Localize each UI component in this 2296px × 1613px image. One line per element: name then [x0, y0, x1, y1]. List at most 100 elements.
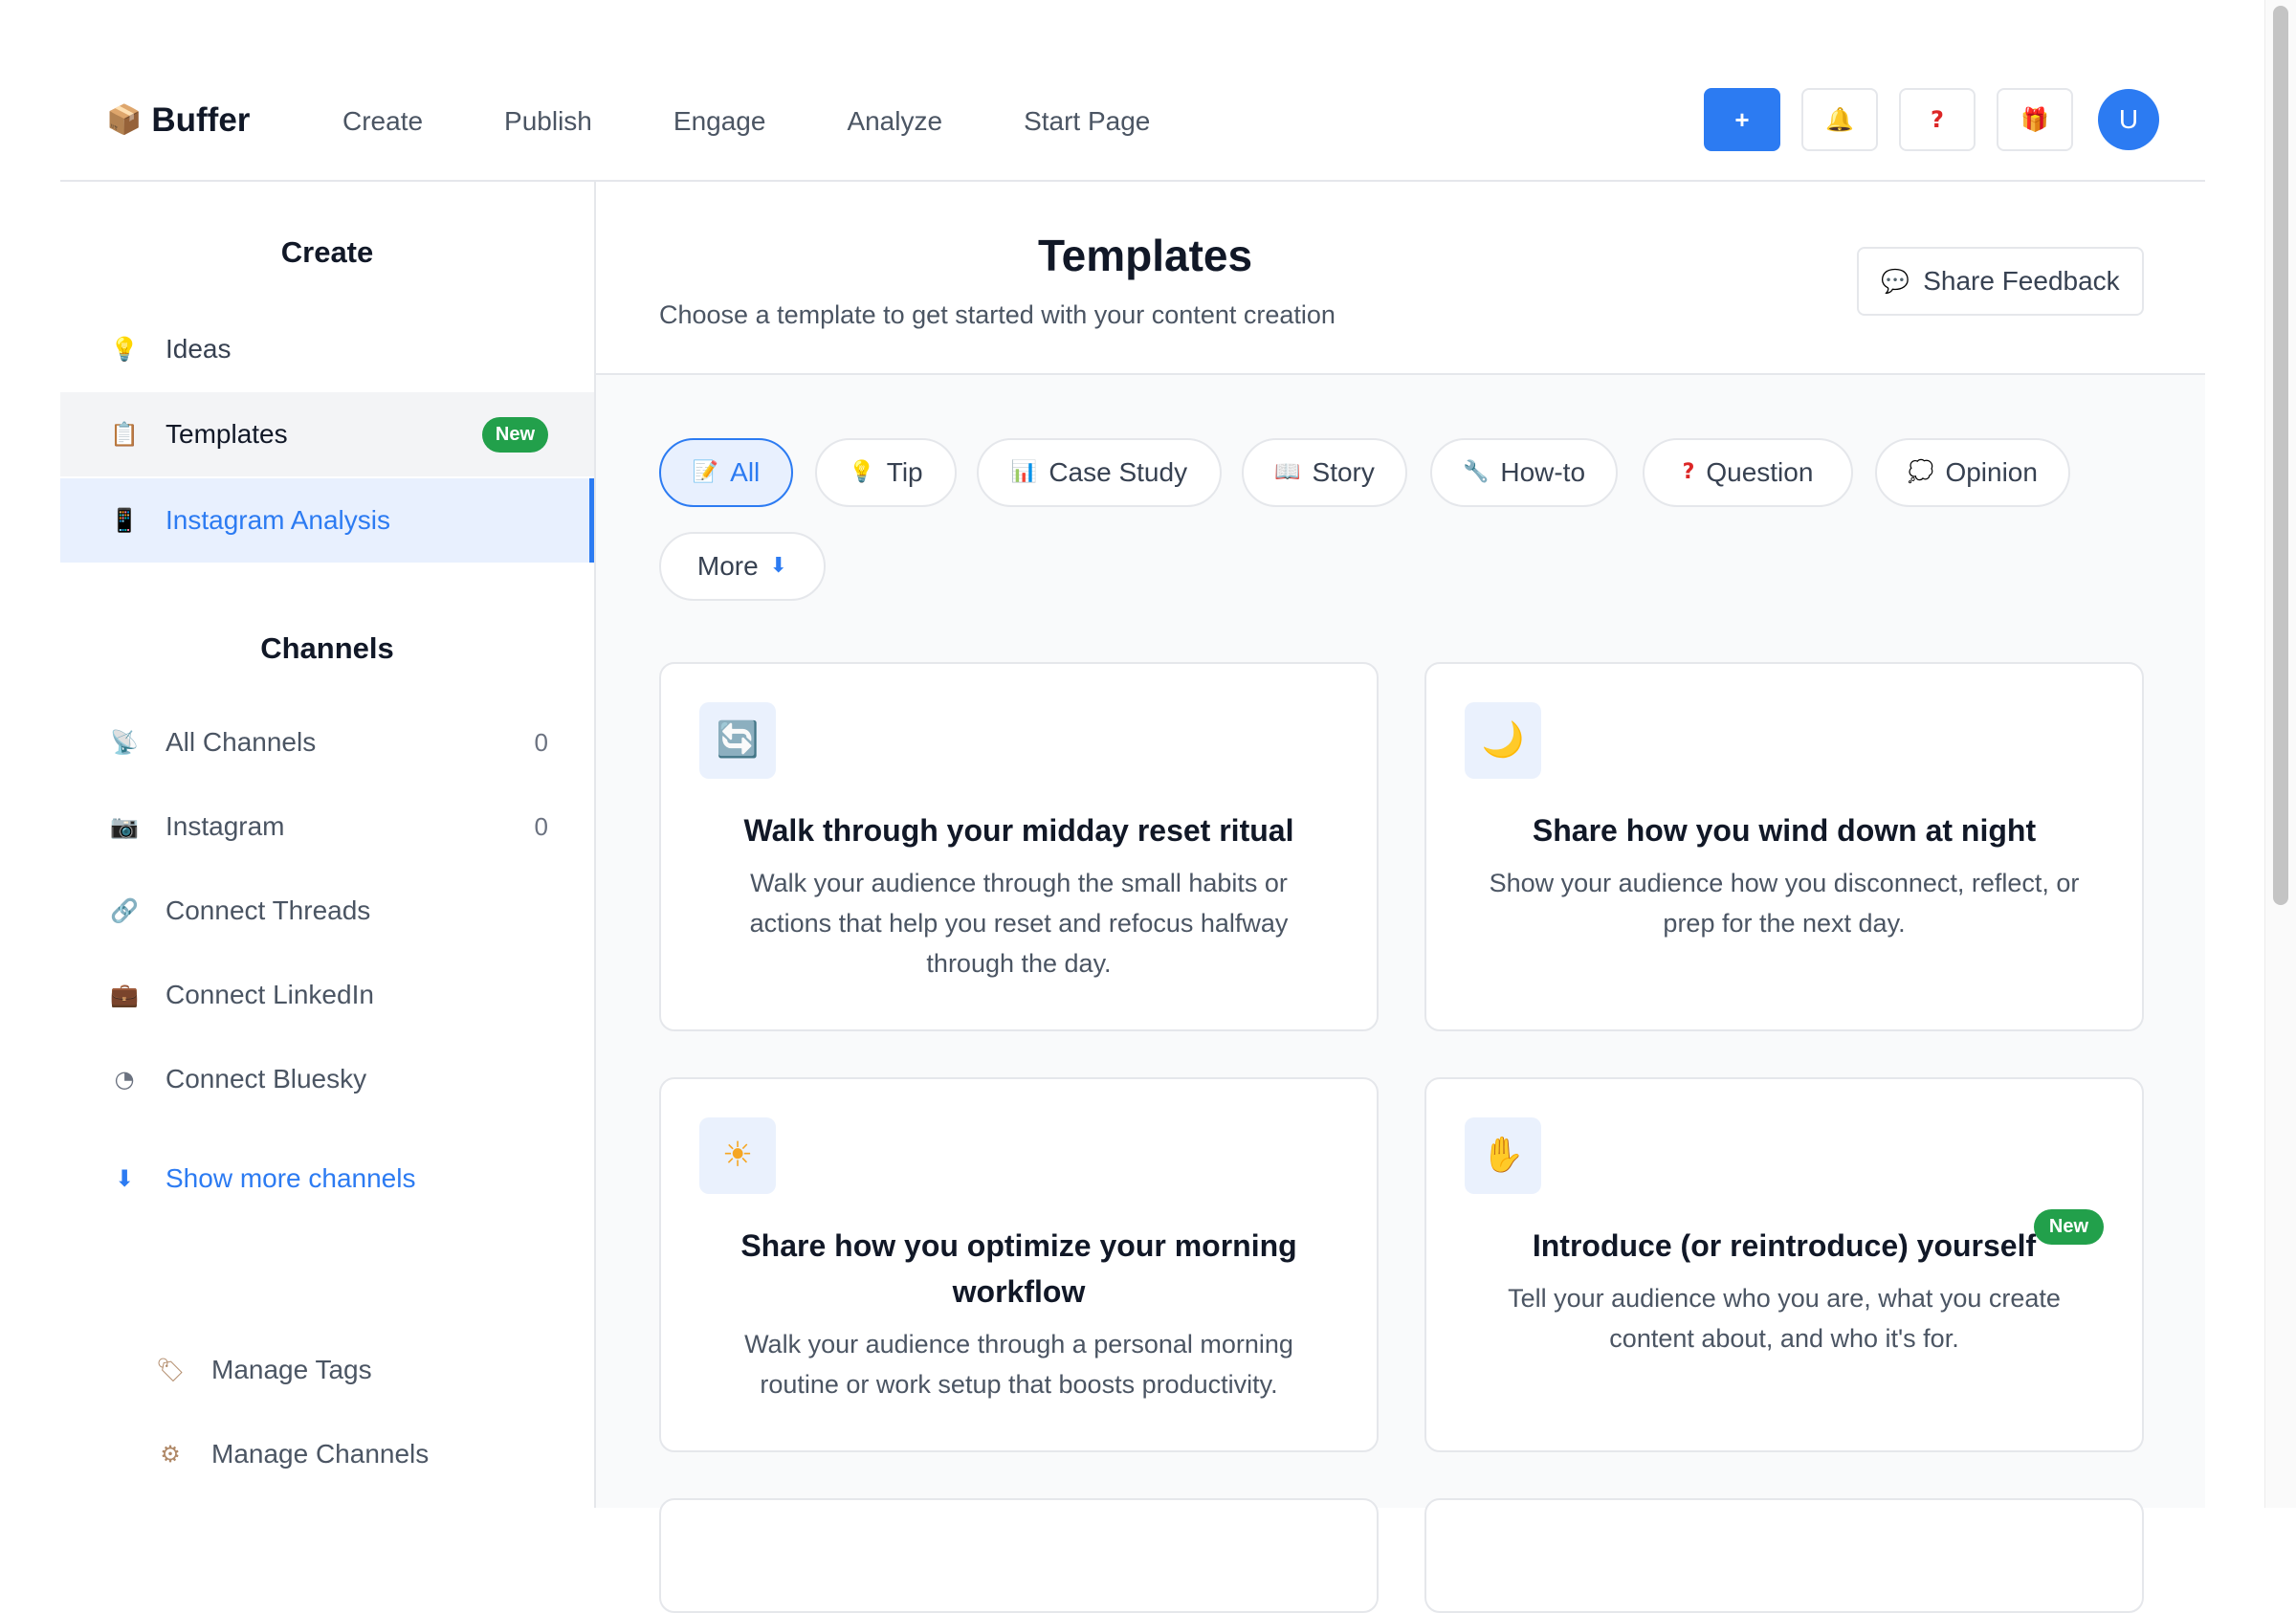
down-arrow-icon: ⬇	[114, 1165, 135, 1192]
buffer-logo[interactable]: 📦 Buffer	[106, 97, 250, 144]
sun-icon: ☀	[699, 1117, 776, 1194]
manage-tags[interactable]: 🏷 Manage Tags	[60, 1341, 594, 1399]
sidebar-item-ideas[interactable]: 💡 Ideas	[60, 307, 594, 391]
nav-create[interactable]: Create	[342, 106, 423, 137]
connect-bluesky[interactable]: ◔ Connect Bluesky	[60, 1050, 594, 1108]
channel-label: Instagram	[166, 811, 285, 841]
question-icon: ?	[1682, 460, 1695, 484]
question-icon: ?	[1931, 106, 1944, 133]
manage-label: Manage Tags	[211, 1355, 372, 1384]
filter-label: All	[730, 457, 761, 487]
satellite-icon: 📡	[110, 729, 139, 756]
nav-publish[interactable]: Publish	[504, 106, 592, 137]
top-bar: 📦 Buffer Create Publish Engage Analyze S…	[60, 59, 2205, 182]
new-badge: New	[2033, 1209, 2104, 1245]
avatar[interactable]: U	[2098, 89, 2159, 150]
manage-channels[interactable]: ⚙ Manage Channels	[60, 1425, 594, 1483]
template-card-description: Walk your audience through a personal mo…	[744, 1330, 1293, 1399]
nav-engage[interactable]: Engage	[673, 106, 766, 137]
filter-story[interactable]: 📖 Story	[1242, 438, 1407, 507]
template-card[interactable]: 🔄 Walk through your midday reset ritual …	[659, 662, 1379, 1031]
template-card[interactable]	[659, 1498, 1379, 1613]
thought-bubble-icon: 💭	[1908, 460, 1934, 484]
filter-tip[interactable]: 💡 Tip	[815, 438, 957, 507]
tag-icon: 🏷	[156, 1357, 186, 1383]
sidebar-item-label: Instagram Analysis	[166, 505, 390, 535]
speech-bubble-icon: 💬	[1881, 268, 1910, 295]
filter-label: More	[696, 551, 759, 581]
connect-linkedin[interactable]: 💼 Connect LinkedIn	[60, 966, 594, 1024]
book-icon: 📖	[1274, 460, 1301, 484]
camera-icon: 📷	[110, 813, 139, 840]
wrench-icon: 🔧	[1462, 460, 1490, 484]
templates-content: 📝 All 💡 Tip 📊 Case Study 📖 Story 🔧 How-t…	[596, 375, 2205, 1613]
down-arrow-icon: ⬇	[769, 554, 788, 578]
top-actions: + 🔔 ? 🎁 U	[1704, 88, 2159, 151]
template-card-title: Share how you wind down at night	[1532, 813, 2037, 848]
new-post-button[interactable]: +	[1704, 88, 1780, 151]
new-badge: New	[481, 417, 548, 453]
bluesky-icon: ◔	[114, 1066, 135, 1093]
show-more-channels[interactable]: ⬇ Show more channels	[60, 1150, 594, 1207]
avatar-initial: U	[2118, 104, 2139, 134]
template-card-description: Tell your audience who you are, what you…	[1508, 1284, 2061, 1353]
channel-instagram[interactable]: 📷 Instagram 0	[60, 798, 594, 855]
moon-icon: 🌙	[1465, 702, 1541, 779]
filter-opinion[interactable]: 💭 Opinion	[1875, 438, 2070, 507]
link-icon: 🔗	[110, 897, 139, 924]
filter-label: Question	[1706, 457, 1814, 487]
sidebar-create-heading: Create	[280, 235, 374, 269]
clipboard-icon: 📋	[110, 421, 139, 448]
page-title: Templates	[1037, 231, 1253, 280]
template-card[interactable]: ✋ Introduce (or reintroduce) yourself Ne…	[1424, 1077, 2144, 1452]
sidebar-channels-heading: Channels	[260, 631, 394, 665]
template-card[interactable]: 🌙 Share how you wind down at night Show …	[1424, 662, 2144, 1031]
sidebar-item-templates[interactable]: 📋 Templates New	[60, 392, 594, 476]
gear-icon: ⚙	[160, 1441, 181, 1468]
channel-label: Connect LinkedIn	[166, 980, 374, 1009]
scrollbar-thumb[interactable]	[2273, 6, 2288, 905]
template-card-title: Walk through your midday reset ritual	[743, 813, 1294, 848]
filter-label: Case Study	[1049, 457, 1188, 487]
sidebar-item-instagram-analysis[interactable]: 📱 Instagram Analysis	[60, 478, 594, 563]
filter-more[interactable]: More ⬇	[659, 532, 826, 601]
filter-how-to[interactable]: 🔧 How-to	[1430, 438, 1618, 507]
connect-threads[interactable]: 🔗 Connect Threads	[60, 882, 594, 939]
filter-all[interactable]: 📝 All	[659, 438, 793, 507]
show-more-label: Show more channels	[166, 1163, 416, 1193]
template-card-title: Share how you optimize your morning work…	[740, 1228, 1297, 1309]
channel-count: 0	[534, 811, 548, 841]
gift-button[interactable]: 🎁	[1997, 88, 2073, 151]
filter-question[interactable]: ? Question	[1643, 438, 1853, 507]
filter-label: Opinion	[1945, 457, 2038, 487]
sidebar-item-label: Templates	[166, 419, 288, 449]
manage-label: Manage Channels	[211, 1439, 430, 1469]
memo-icon: 📝	[692, 460, 719, 484]
nav-start-page[interactable]: Start Page	[1024, 106, 1150, 137]
share-feedback-label: Share Feedback	[1923, 266, 2120, 296]
channel-all-channels[interactable]: 📡 All Channels 0	[60, 714, 594, 771]
package-icon: 📦	[106, 103, 143, 137]
template-card-description: Show your audience how you disconnect, r…	[1489, 869, 2080, 938]
page-scrollbar[interactable]	[2264, 0, 2296, 1508]
bell-icon: 🔔	[1825, 106, 1854, 133]
main-header: Templates Choose a template to get start…	[596, 182, 2205, 375]
channel-label: Connect Bluesky	[166, 1064, 367, 1094]
bar-chart-icon: 📊	[1010, 460, 1038, 484]
channel-label: All Channels	[166, 727, 317, 757]
raised-hand-icon: ✋	[1465, 1117, 1541, 1194]
page-subtitle: Choose a template to get started with yo…	[659, 300, 1336, 329]
share-feedback-button[interactable]: 💬 Share Feedback	[1857, 247, 2144, 316]
notifications-button[interactable]: 🔔	[1801, 88, 1878, 151]
channel-label: Connect Threads	[166, 895, 371, 925]
help-button[interactable]: ?	[1899, 88, 1976, 151]
nav-analyze[interactable]: Analyze	[847, 106, 942, 137]
template-card[interactable]	[1424, 1498, 2144, 1613]
lightbulb-icon: 💡	[849, 460, 875, 484]
template-card-description: Walk your audience through the small hab…	[749, 869, 1289, 978]
refresh-icon: 🔄	[699, 702, 776, 779]
filter-case-study[interactable]: 📊 Case Study	[977, 438, 1222, 507]
filter-label: How-to	[1500, 457, 1586, 487]
template-card-title: Introduce (or reintroduce) yourself	[1532, 1228, 2037, 1263]
template-card[interactable]: ☀ Share how you optimize your morning wo…	[659, 1077, 1379, 1452]
